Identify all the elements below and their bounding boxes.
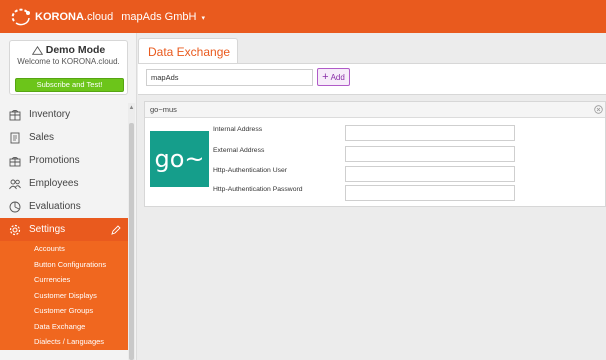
sidebar-nav: Inventory Sales Promotions Employees Eva…: [0, 103, 128, 350]
sidebar-item-label: Promotions: [29, 155, 80, 166]
tenant-dropdown[interactable]: mapAds GmbH ▾: [121, 11, 205, 23]
close-icon[interactable]: [594, 105, 603, 114]
panel-header: go~mus: [145, 102, 605, 118]
chevron-down-icon: ▾: [201, 14, 206, 22]
submenu-item-currencies[interactable]: Currencies: [0, 272, 128, 288]
toolbar: + Add: [138, 63, 606, 95]
korona-logo-icon[interactable]: [10, 8, 32, 26]
external-address-label: External Address: [213, 147, 265, 154]
promotions-icon: [9, 155, 21, 167]
sidebar-item-label: Inventory: [29, 109, 71, 120]
sidebar-item-label: Evaluations: [29, 201, 81, 212]
subscribe-button[interactable]: Subscribe and Test!: [15, 78, 124, 92]
brand-suffix: .cloud: [83, 10, 114, 23]
external-address-field[interactable]: [345, 146, 515, 162]
gomus-logo: go~: [150, 131, 209, 187]
scrollbar-thumb[interactable]: [129, 123, 134, 360]
main-content: Data Exchange + Add go~mus go~ Internal …: [138, 33, 606, 360]
sidebar-item-label: Settings: [29, 224, 66, 235]
top-bar: KORONA .cloud mapAds GmbH ▾: [0, 0, 606, 33]
http-auth-password-label: Http-Authentication Password: [213, 186, 303, 193]
sales-icon: [9, 132, 21, 144]
search-input[interactable]: [146, 69, 313, 86]
sidebar-item-promotions[interactable]: Promotions: [0, 149, 128, 172]
submenu-item-customer-groups[interactable]: Customer Groups: [0, 303, 128, 319]
submenu-item-button-configurations[interactable]: Button Configurations: [0, 257, 128, 273]
plus-icon: +: [322, 71, 329, 83]
submenu-item-customer-displays[interactable]: Customer Displays: [0, 288, 128, 304]
sidebar-item-employees[interactable]: Employees: [0, 172, 128, 195]
sidebar-scrollbar[interactable]: ▲: [128, 103, 135, 360]
add-button[interactable]: + Add: [317, 68, 350, 86]
sidebar-item-evaluations[interactable]: Evaluations: [0, 195, 128, 218]
http-auth-password-field[interactable]: [345, 185, 515, 201]
demo-title: Demo Mode: [10, 44, 127, 56]
panel-title: go~mus: [150, 105, 177, 114]
sidebar-item-label: Employees: [29, 178, 79, 189]
internal-address-field[interactable]: [345, 125, 515, 141]
settings-icon: [9, 224, 21, 236]
submenu-item-dialects-languages[interactable]: Dialects / Languages: [0, 334, 128, 350]
sidebar-item-sales[interactable]: Sales: [0, 126, 128, 149]
inventory-icon: [9, 109, 21, 121]
scroll-up-icon[interactable]: ▲: [128, 105, 135, 111]
sidebar-item-inventory[interactable]: Inventory: [0, 103, 128, 126]
tenant-name: mapAds GmbH: [121, 10, 197, 23]
sidebar: Demo Mode Welcome to KORONA.cloud. Subsc…: [0, 33, 137, 360]
submenu-item-data-exchange[interactable]: Data Exchange: [0, 319, 128, 335]
brand-name: KORONA: [35, 10, 84, 23]
employees-icon: [9, 178, 21, 190]
sidebar-item-settings[interactable]: Settings: [0, 218, 128, 241]
settings-submenu: Accounts Button Configurations Currencie…: [0, 241, 128, 350]
warning-icon: [31, 45, 43, 55]
integration-panel: go~mus go~ Internal Address External Add…: [144, 101, 606, 207]
evaluations-icon: [9, 201, 21, 213]
demo-mode-box: Demo Mode Welcome to KORONA.cloud. Subsc…: [9, 40, 128, 95]
tab-data-exchange[interactable]: Data Exchange: [138, 38, 238, 64]
sidebar-item-label: Sales: [29, 132, 55, 143]
demo-title-text: Demo Mode: [45, 44, 106, 56]
http-auth-user-field[interactable]: [345, 166, 515, 182]
demo-subtitle: Welcome to KORONA.cloud.: [17, 57, 120, 66]
http-auth-user-label: Http-Authentication User: [213, 167, 288, 174]
pencil-icon[interactable]: [111, 224, 121, 235]
submenu-item-accounts[interactable]: Accounts: [0, 241, 128, 257]
internal-address-label: Internal Address: [213, 126, 263, 133]
add-label: Add: [330, 72, 345, 82]
